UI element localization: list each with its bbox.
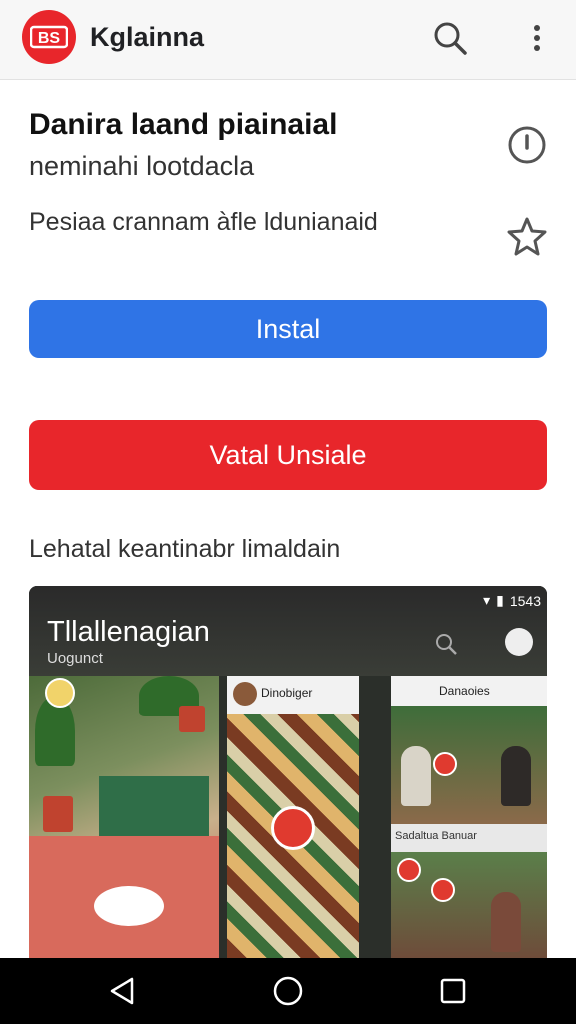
profile-avatar: [45, 678, 75, 708]
app-bar: BS Kglainna: [0, 0, 576, 80]
pot-image: [43, 796, 73, 832]
app-description: Pesiaa crannam àfle ldunianaid: [29, 208, 378, 236]
uninstall-button[interactable]: Vatal Unsiale: [29, 420, 547, 490]
system-nav-bar: [0, 958, 576, 1024]
gallery-title: Tllallenagian: [47, 616, 210, 648]
gallery-action-icon: [505, 628, 533, 656]
app-title: Danira laand piainaial: [29, 108, 338, 141]
battery-icon: ▮: [496, 592, 504, 608]
screenshot-2-title: Dinobiger: [261, 686, 313, 700]
status-bar: ▾ ▮ 1543: [483, 592, 541, 609]
app-subtitle: neminahi lootdacla: [29, 151, 255, 181]
photo-people: [391, 706, 547, 824]
svg-text:BS: BS: [38, 30, 61, 47]
more-options-button[interactable]: [520, 18, 554, 58]
profile-badge: [431, 878, 455, 902]
person-figure: [491, 892, 521, 952]
search-button[interactable]: [430, 18, 470, 58]
search-icon: [434, 22, 467, 55]
photo-garden: [391, 852, 547, 958]
info-button[interactable]: [506, 124, 548, 166]
recents-button[interactable]: [436, 974, 470, 1008]
food-bowl: [94, 886, 164, 926]
screenshot-3[interactable]: Danaoies Sadaltua Banuar: [391, 676, 547, 958]
profile-badge: [433, 752, 457, 776]
profile-badge: [271, 806, 315, 850]
gallery-subtitle: Uogunct: [47, 650, 103, 667]
home-icon: [273, 976, 303, 1006]
brand-logo[interactable]: BS: [22, 10, 76, 64]
info-icon: [508, 126, 546, 164]
screenshot-3-strip: Sadaltua Banuar: [391, 824, 547, 852]
logo-mark-icon: BS: [30, 25, 68, 49]
back-icon: [110, 977, 134, 1005]
install-button[interactable]: Instal: [29, 300, 547, 358]
app-bar-title: Kglainna: [90, 22, 205, 52]
screenshot-2-bar: Dinobiger: [227, 676, 359, 714]
pot-image: [179, 706, 205, 732]
gallery-header: ▾ ▮ 1543 Tllallenagian Uogunct: [29, 586, 547, 676]
favorite-button[interactable]: [505, 215, 549, 259]
person-figure: [401, 746, 431, 806]
screenshot-3-bar: Danaoies: [391, 676, 547, 706]
gallery-search-icon: [436, 634, 457, 655]
back-button[interactable]: [106, 974, 140, 1008]
recents-icon: [440, 978, 466, 1004]
home-button[interactable]: [271, 974, 305, 1008]
screenshot-3-title: Danaoies: [439, 684, 490, 698]
signal-icon: ▾: [483, 592, 491, 608]
more-vert-icon: [534, 25, 540, 51]
profile-badge: [397, 858, 421, 882]
section-heading: Lehatal keantinabr limaldain: [29, 535, 341, 563]
strip-label: Sadaltua Banuar: [395, 830, 477, 842]
avatar: [233, 682, 257, 706]
person-figure: [501, 746, 531, 806]
screenshot-gallery[interactable]: ▾ ▮ 1543 Tllallenagian Uogunct Dinobiger…: [29, 586, 547, 958]
star-icon: [507, 217, 547, 256]
screenshot-2[interactable]: Dinobiger: [227, 676, 359, 958]
screenshot-1[interactable]: [29, 676, 219, 958]
status-time: 1543: [509, 592, 541, 609]
